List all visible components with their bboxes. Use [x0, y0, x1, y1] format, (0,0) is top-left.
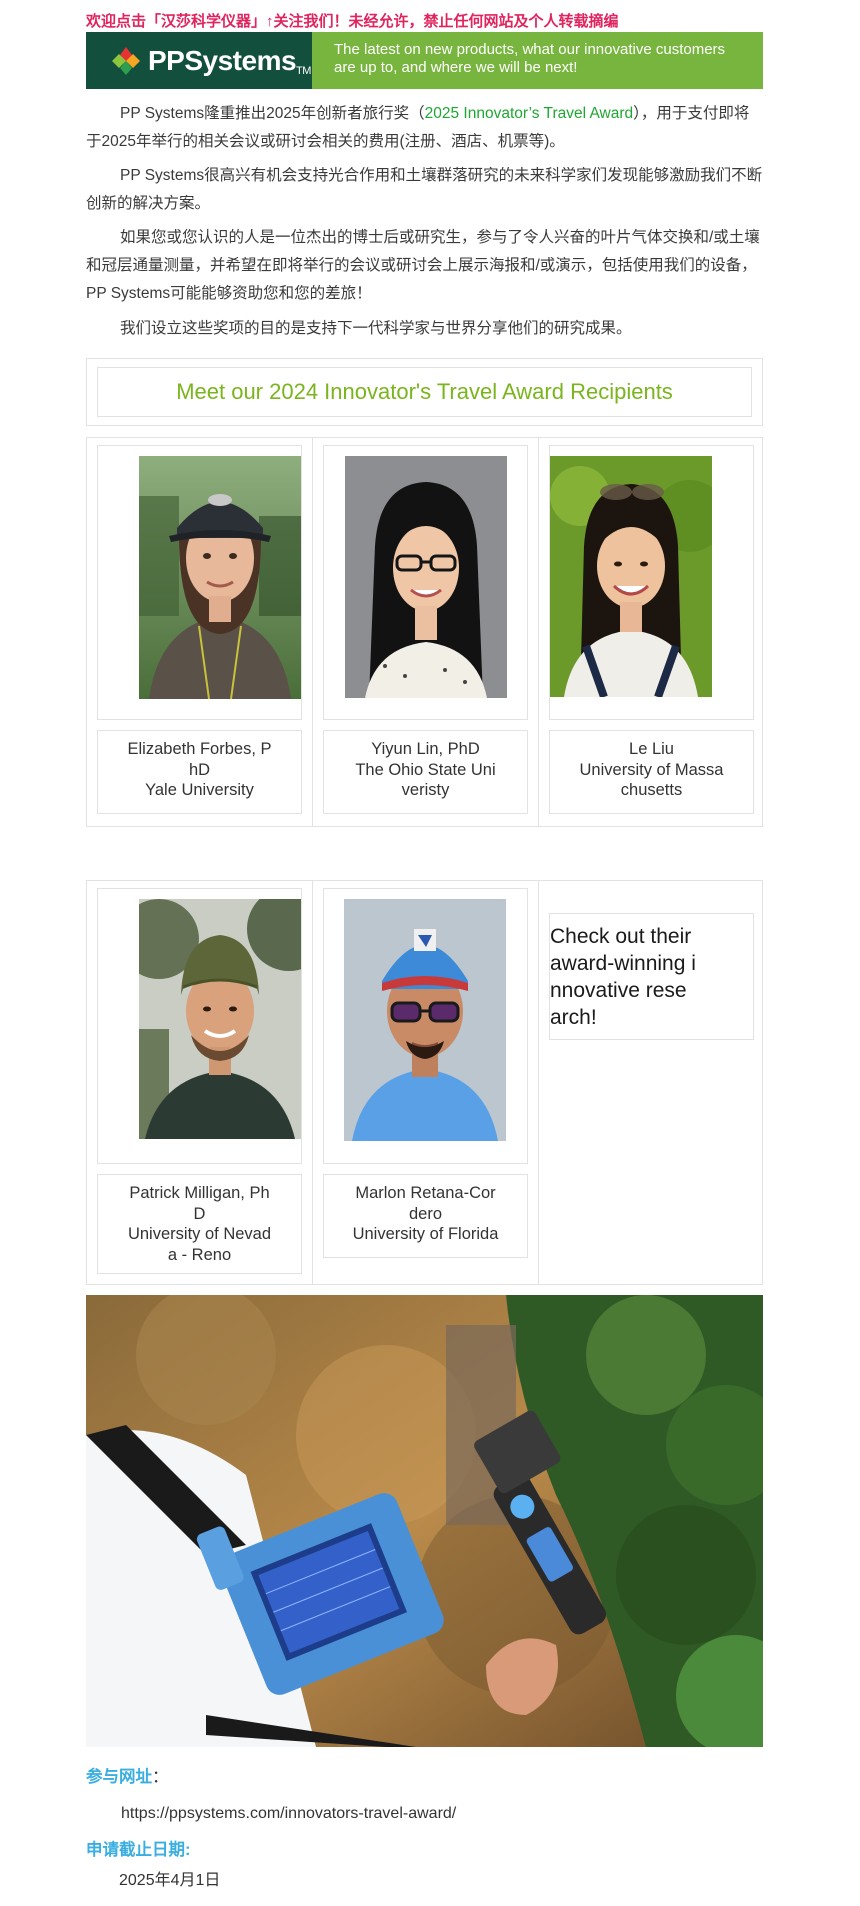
recipient-degree: D: [193, 1204, 206, 1223]
intro-paragraph-4: 我们设立这些奖项的目的是支持下一代科学家与世界分享他们的研究成果。: [120, 320, 632, 337]
recipient-degree: hD: [188, 760, 211, 779]
recipient-photo-marlon-retana-cordero: [344, 899, 506, 1141]
recipient-photo-frame: [549, 445, 754, 720]
newsletter-banner[interactable]: PPSystemsTM The latest on new products, …: [86, 32, 763, 89]
participation-url-label: 参与网址：: [86, 1768, 169, 1786]
recipient-university: The Ohio State Uni: [355, 760, 496, 779]
recipient-university-cont: veristy: [401, 781, 450, 799]
recipients-title-box: Meet our 2024 Innovator's Travel Award R…: [86, 358, 763, 426]
recipient-university-cont: chusetts: [620, 781, 683, 799]
recipient-name: Le Liu: [629, 740, 674, 758]
deadline-label: 申请截止日期:: [86, 1841, 191, 1859]
top-notice: 欢迎点击「汉莎科学仪器」↑关注我们！未经允许，禁止任何网站及个人转载摘编: [86, 13, 619, 30]
recipient-university-cont: a - Reno: [167, 1245, 232, 1264]
leaf-diamond-logo-icon: [110, 45, 142, 77]
recipient-photo-frame: [323, 445, 528, 720]
recipient-caption-elizabeth-forbes: Elizabeth Forbes, P hD Yale University: [97, 730, 302, 814]
research-cta[interactable]: Check out their award-winning i nnovativ…: [549, 913, 754, 1040]
recipient-university: University of Massa: [579, 760, 724, 779]
recipient-caption-patrick-milligan: Patrick Milligan, Ph D University of Nev…: [97, 1174, 302, 1274]
recipient-caption-le-liu: Le Liu University of Massa chusetts: [549, 730, 754, 814]
recipient-photo-frame: [97, 888, 302, 1164]
recipient-photo-elizabeth-forbes: [139, 456, 301, 699]
recipient-caption-yiyun-lin: Yiyun Lin, PhD The Ohio State Uni verist…: [323, 730, 528, 814]
recipient-university: Yale University: [145, 781, 254, 799]
recipient-name: Elizabeth Forbes, P: [127, 740, 272, 758]
award-name-link[interactable]: 2025 Innovator’s Travel Award: [425, 105, 634, 122]
recipient-photo-yiyun-lin: [345, 456, 507, 698]
recipient-university: University of Nevad: [127, 1225, 272, 1243]
recipient-name-cont: dero: [408, 1204, 443, 1223]
field-measurement-photo: [86, 1295, 763, 1747]
recipients-row-1: Elizabeth Forbes, P hD Yale University Y…: [86, 437, 763, 827]
banner-tagline-line-1: The latest on new products, what our inn…: [334, 41, 726, 58]
recipients-title: Meet our 2024 Innovator's Travel Award R…: [97, 367, 752, 417]
intro-paragraph-2: PP Systems很高兴有机会支持光合作用和土壤群落研究的未来科学家们发现能够…: [86, 167, 763, 212]
banner-tagline: The latest on new products, what our inn…: [312, 32, 763, 89]
recipient-photo-le-liu: [550, 456, 712, 697]
recipient-photo-frame: [323, 888, 528, 1164]
recipient-photo-patrick-milligan: [139, 899, 301, 1139]
intro-paragraph-3: 如果您或您认识的人是一位杰出的博士后或研究生，参与了令人兴奋的叶片气体交换和/或…: [86, 229, 760, 302]
banner-logo-area: PPSystemsTM: [86, 32, 312, 89]
banner-tagline-line-2: are up to, and where we will be next!: [334, 59, 578, 76]
deadline-value: 2025年4月1日: [119, 1872, 221, 1889]
recipient-name: Marlon Retana-Cor: [355, 1184, 496, 1202]
recipients-row-2: Patrick Milligan, Ph D University of Nev…: [86, 880, 763, 1285]
intro-paragraph-1: PP Systems隆重推出2025年创新者旅行奖（2025 Innovator…: [86, 105, 750, 150]
recipient-name: Patrick Milligan, Ph: [129, 1184, 270, 1202]
recipient-name: Yiyun Lin, PhD: [371, 740, 480, 758]
recipient-photo-frame: [97, 445, 302, 720]
recipient-university: University of Florida: [352, 1225, 499, 1243]
participation-url-link[interactable]: https://ppsystems.com/innovators-travel-…: [121, 1805, 456, 1823]
banner-logo-text: PPSystemsTM: [148, 44, 311, 77]
recipient-caption-marlon-retana-cordero: Marlon Retana-Cor dero University of Flo…: [323, 1174, 528, 1258]
